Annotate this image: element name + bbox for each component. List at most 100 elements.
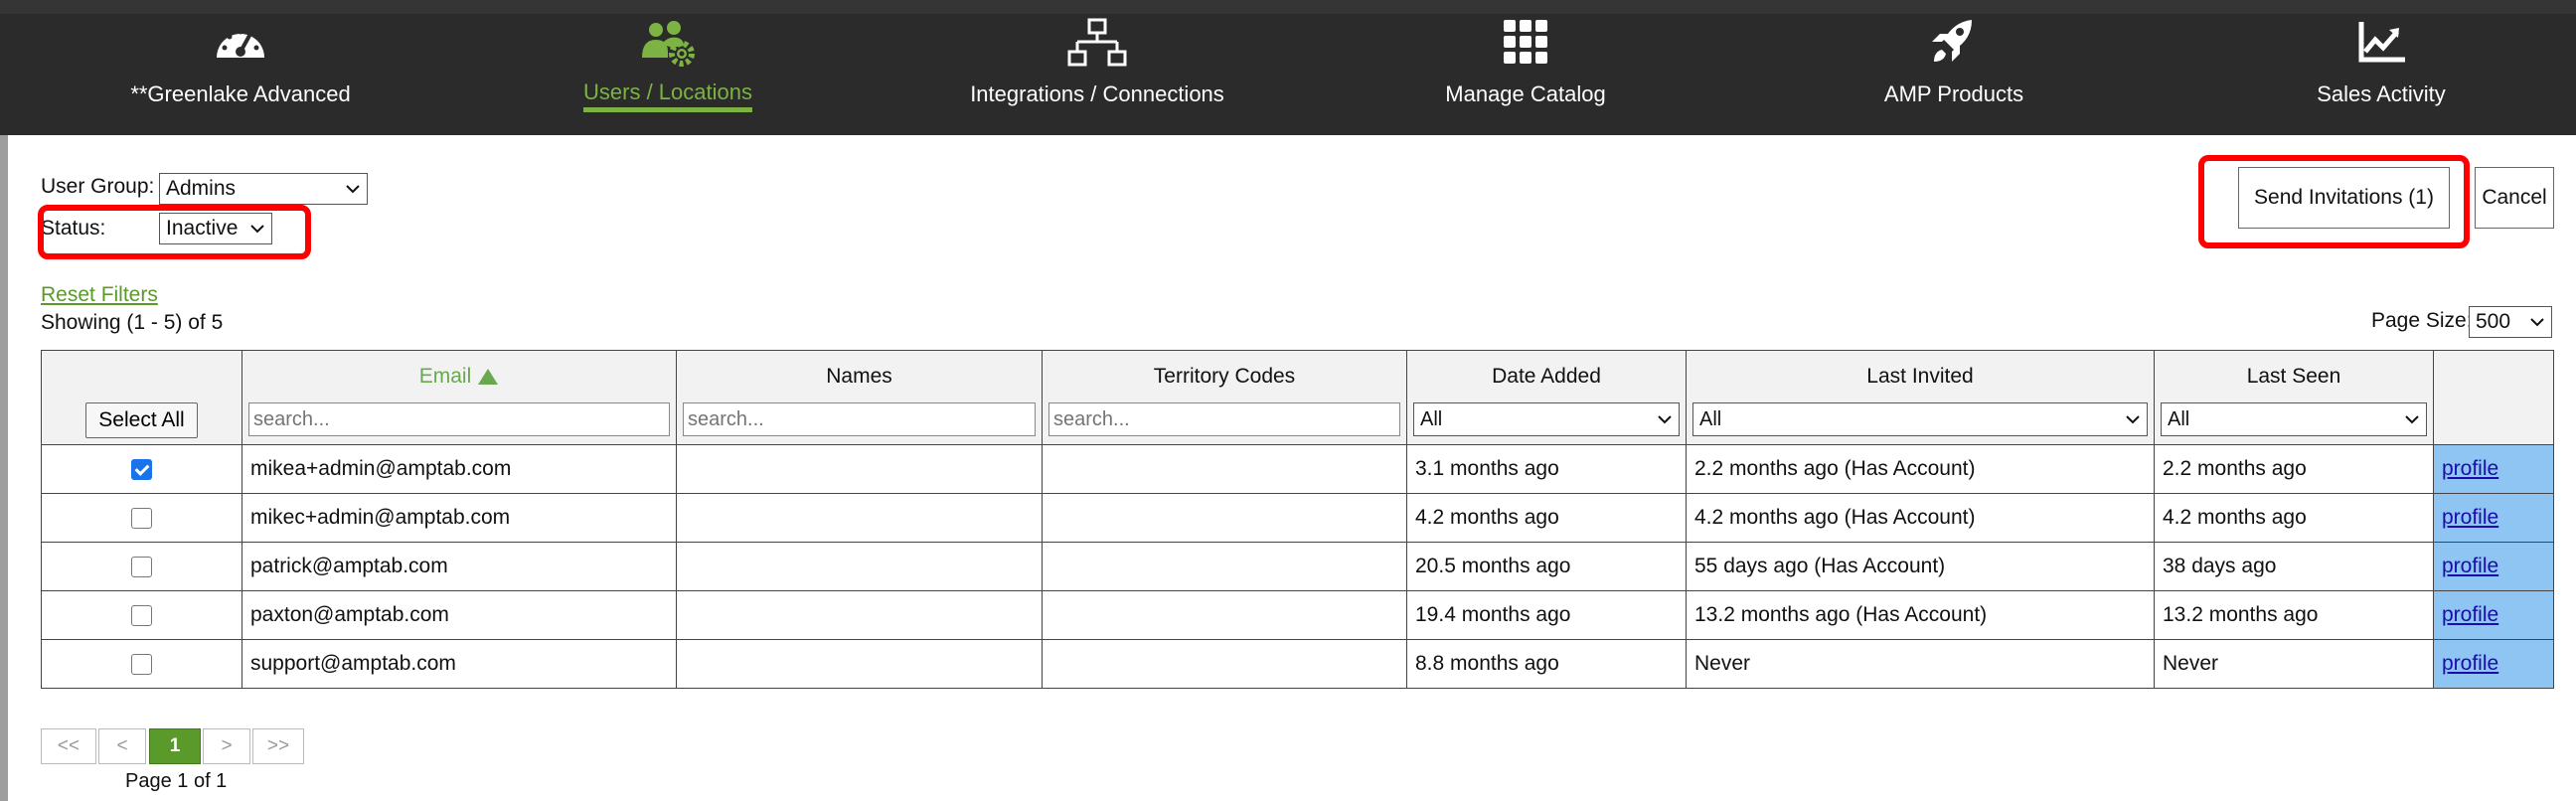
chevron-down-icon (1658, 415, 1672, 424)
filter-value: All (1699, 407, 1722, 430)
email-col-header[interactable]: Email (242, 350, 677, 445)
date-added-filter-select[interactable]: All (1413, 402, 1680, 436)
rocket-icon (1932, 20, 1972, 62)
top-stripe (0, 0, 2576, 14)
row-checkbox-cell (41, 639, 242, 689)
profile-cell: profile (2433, 639, 2554, 689)
sort-ascending-icon (478, 369, 499, 385)
territory-cell (1042, 590, 1407, 640)
chevron-down-icon (2530, 318, 2544, 327)
names-col-title: Names (826, 365, 892, 388)
pager-prev-button[interactable]: < (98, 728, 146, 764)
last-invited-col-header: Last Invited All (1686, 350, 2155, 445)
territory-col-title: Territory Codes (1153, 365, 1296, 388)
user-group-label: User Group: (41, 175, 155, 198)
nav-greenlake-advanced[interactable]: **Greenlake Advanced (130, 18, 351, 129)
pager-last-button[interactable]: >> (252, 728, 304, 764)
territory-search-input[interactable] (1048, 402, 1400, 436)
nav-label: Manage Catalog (1445, 81, 1606, 106)
last-invited-col-title: Last Invited (1866, 365, 1974, 388)
page-size-select[interactable]: 500 (2469, 306, 2552, 338)
pager-page-1-button[interactable]: 1 (149, 728, 201, 764)
territory-cell (1042, 493, 1407, 543)
names-cell (676, 493, 1043, 543)
names-cell (676, 590, 1043, 640)
row-checkbox[interactable] (131, 556, 152, 577)
email-search-input[interactable] (248, 402, 670, 436)
profile-link[interactable]: profile (2442, 457, 2498, 480)
users-gear-icon (642, 21, 695, 67)
last-invited-cell: 13.2 months ago (Has Account) (1686, 590, 2155, 640)
nav-manage-catalog[interactable]: Manage Catalog (1428, 18, 1623, 129)
select-all-button[interactable]: Select All (85, 402, 198, 438)
cancel-button[interactable]: Cancel (2475, 167, 2554, 229)
last-invited-cell: Never (1686, 639, 2155, 689)
names-col-header: Names (676, 350, 1043, 445)
nav-amp-products[interactable]: AMP Products (1854, 18, 2053, 129)
action-col-header (2433, 350, 2554, 445)
row-checkbox[interactable] (131, 507, 152, 529)
table-row: support@amptab.com 8.8 months ago Never Nev… (41, 639, 2554, 689)
names-search-input[interactable] (683, 402, 1036, 436)
nav-sales-activity[interactable]: Sales Activity (2292, 18, 2471, 129)
date-added-cell: 19.4 months ago (1406, 590, 1687, 640)
page-size-label: Page Size: (2371, 309, 2473, 332)
pager-next-button[interactable]: > (203, 728, 250, 764)
filter-value: All (1420, 407, 1443, 430)
last-seen-cell: Never (2154, 639, 2434, 689)
last-invited-cell: 55 days ago (Has Account) (1686, 542, 2155, 591)
users-table: Select All Email Names Territory Codes D… (41, 350, 2554, 689)
row-checkbox[interactable] (131, 458, 152, 480)
chevron-down-icon (346, 185, 360, 194)
profile-cell: profile (2433, 590, 2554, 640)
profile-link[interactable]: profile (2442, 603, 2498, 626)
reset-filters-link[interactable]: Reset Filters (41, 283, 158, 307)
profile-link[interactable]: profile (2442, 652, 2498, 675)
row-checkbox-cell (41, 542, 242, 591)
user-group-select[interactable]: Admins (159, 173, 368, 205)
pager-first-button[interactable]: << (41, 728, 96, 764)
last-invited-filter-select[interactable]: All (1692, 402, 2148, 436)
nav-label: AMP Products (1883, 81, 2024, 106)
row-checkbox-cell (41, 493, 242, 543)
table-row: paxton@amptab.com 19.4 months ago 13.2 mon… (41, 590, 2554, 640)
profile-link[interactable]: profile (2442, 506, 2498, 529)
grid-icon (1504, 20, 1547, 64)
page-of-label: Page 1 of 1 (125, 770, 228, 792)
chart-line-icon (2358, 22, 2405, 63)
names-cell (676, 639, 1043, 689)
profile-cell: profile (2433, 493, 2554, 543)
user-group-value: Admins (166, 177, 237, 200)
last-seen-cell: 2.2 months ago (2154, 444, 2434, 494)
chevron-down-icon (2405, 415, 2419, 424)
territory-cell (1042, 639, 1407, 689)
row-checkbox[interactable] (131, 653, 152, 675)
nav-label: Sales Activity (2317, 81, 2446, 106)
profile-cell: profile (2433, 444, 2554, 494)
table-row: mikea+admin@amptab.com 3.1 months ago 2.2 … (41, 444, 2554, 494)
profile-cell: profile (2433, 542, 2554, 591)
row-checkbox-cell (41, 590, 242, 640)
nav-integrations-connections[interactable]: Integrations / Connections (963, 18, 1231, 129)
row-checkbox[interactable] (131, 604, 152, 626)
email-col-title: Email (418, 365, 472, 388)
last-seen-cell: 13.2 months ago (2154, 590, 2434, 640)
network-icon (1067, 18, 1127, 67)
nav-users-locations[interactable]: Users / Locations (578, 18, 757, 129)
last-seen-col-header: Last Seen All (2154, 350, 2434, 445)
last-seen-filter-select[interactable]: All (2161, 402, 2427, 436)
send-invitations-highlight-box (2198, 155, 2470, 248)
filter-value: All (2168, 407, 2190, 430)
email-cell: paxton@amptab.com (242, 590, 677, 640)
table-row: patrick@amptab.com 20.5 months ago 55 days… (41, 542, 2554, 591)
names-cell (676, 542, 1043, 591)
email-cell: mikec+admin@amptab.com (242, 493, 677, 543)
territory-cell (1042, 444, 1407, 494)
date-added-cell: 8.8 months ago (1406, 639, 1687, 689)
profile-link[interactable]: profile (2442, 555, 2498, 577)
last-seen-cell: 38 days ago (2154, 542, 2434, 591)
nav-label: **Greenlake Advanced (130, 81, 351, 106)
status-highlight-box (38, 205, 311, 259)
last-seen-col-title: Last Seen (2246, 365, 2341, 388)
nav-label: Integrations / Connections (970, 81, 1224, 106)
